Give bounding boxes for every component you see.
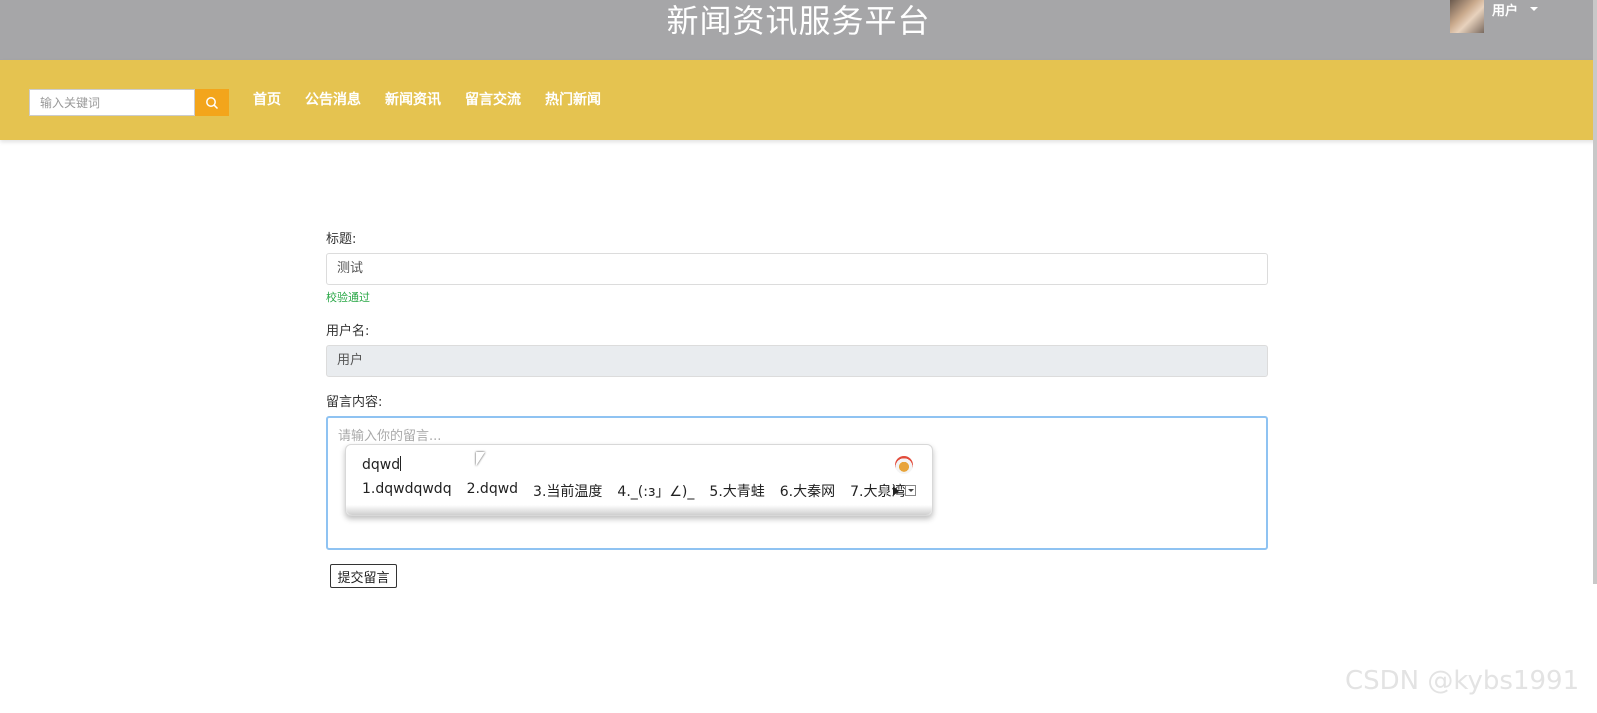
ime-page-controls [881, 485, 916, 496]
ime-candidate-window: dqwd 1.dqwdqwdq 2.dqwd 3.当前温度 4._(:з」∠)_… [345, 444, 933, 516]
ime-composition: dqwd [362, 456, 402, 473]
search-input[interactable] [29, 89, 195, 116]
title-field[interactable]: 测试 [326, 253, 1268, 285]
text-caret [400, 456, 402, 471]
ime-candidate[interactable]: 2.dqwd [467, 481, 518, 501]
site-title: 新闻资讯服务平台 [666, 2, 931, 40]
prev-page-icon[interactable] [881, 485, 887, 496]
top-header: 新闻资讯服务平台 用户 [0, 0, 1597, 60]
ime-composition-text: dqwd [362, 457, 401, 473]
ime-candidate-list: 1.dqwdqwdq 2.dqwd 3.当前温度 4._(:з」∠)_ 5.大青… [362, 481, 920, 501]
ime-candidate[interactable]: 1.dqwdqwdq [362, 481, 452, 501]
ime-candidate[interactable]: 3.当前温度 [533, 481, 602, 501]
nav-link-hot-news[interactable]: 热门新闻 [545, 90, 601, 110]
nav-bar: 首页 公告消息 新闻资讯 留言交流 热门新闻 [0, 60, 1597, 140]
username-label: 用户名: [326, 324, 370, 339]
nav-link-news[interactable]: 新闻资讯 [385, 90, 441, 110]
next-page-icon[interactable] [893, 485, 899, 496]
user-name[interactable]: 用户 [1492, 0, 1518, 19]
ime-bottom-bar [346, 505, 932, 515]
nav-link-announcements[interactable]: 公告消息 [305, 90, 361, 110]
submit-button[interactable]: 提交留言 [330, 564, 397, 588]
search-icon [206, 96, 219, 109]
mouse-cursor-icon [476, 452, 485, 466]
search-button[interactable] [195, 89, 229, 116]
nav-link-home[interactable]: 首页 [253, 90, 281, 110]
ime-candidate[interactable]: 4._(:з」∠)_ [617, 481, 694, 501]
ime-logo-icon[interactable] [895, 456, 913, 474]
vertical-scrollbar[interactable] [1593, 0, 1597, 584]
nav-links: 首页 公告消息 新闻资讯 留言交流 热门新闻 [253, 90, 625, 110]
nav-link-messages[interactable]: 留言交流 [465, 90, 521, 110]
ime-candidate[interactable]: 5.大青蛙 [709, 481, 764, 501]
chevron-down-icon[interactable] [1530, 7, 1538, 11]
title-label: 标题: [326, 232, 357, 247]
avatar[interactable] [1450, 0, 1484, 33]
username-field: 用户 [326, 345, 1268, 377]
watermark: CSDN @kybs1991 [1345, 666, 1580, 696]
content-label: 留言内容: [326, 395, 383, 410]
expand-icon[interactable] [905, 485, 916, 496]
title-valid-message: 校验通过 [326, 291, 370, 304]
ime-candidate[interactable]: 6.大秦网 [780, 481, 835, 501]
